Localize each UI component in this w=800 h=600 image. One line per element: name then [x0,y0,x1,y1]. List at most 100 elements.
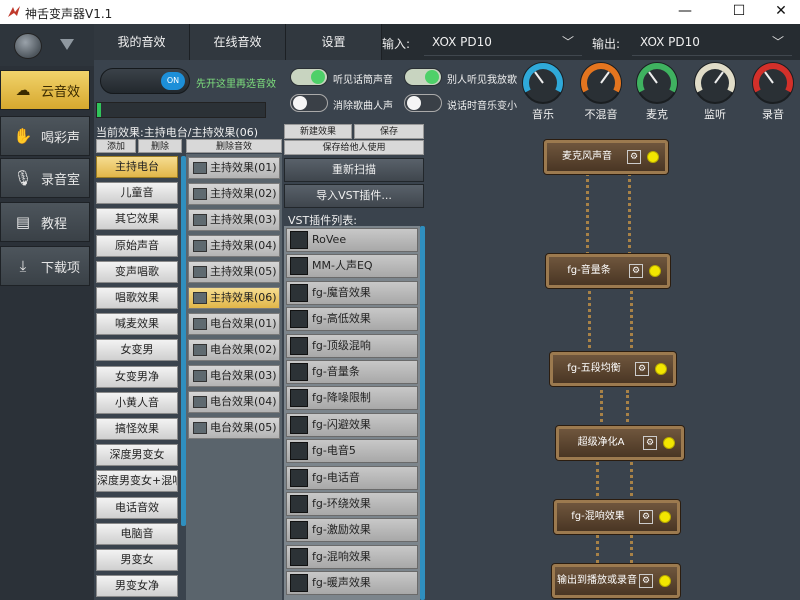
vst-plugin-item[interactable]: fg-高低效果 [286,307,418,332]
sidebar-item-studio[interactable]: 🎙 录音室 [0,158,90,198]
category-item[interactable]: 唱歌效果 [96,287,178,309]
switch-duck-music[interactable] [404,94,442,112]
category-item[interactable]: 深度男变女 [96,444,178,467]
settings-icon[interactable]: ⚙ [639,510,653,524]
settings-icon[interactable]: ⚙ [643,436,657,450]
vst-plugin-item[interactable]: fg-闪避效果 [286,412,418,437]
input-device-label: 输入: [382,37,411,51]
sidebar-item-label: 下载项 [41,260,81,276]
category-item[interactable]: 主持电台 [96,156,178,178]
chain-node[interactable]: 麦克风声音 ⚙ [544,140,668,174]
sidebar-item-label: 云音效 [41,84,81,100]
settings-icon[interactable]: ⚙ [635,362,649,376]
vst-plugin-item[interactable]: fg-电音5 [286,439,418,464]
vst-plugin-item[interactable]: fg-电话音 [286,465,418,490]
preset-item[interactable]: 电台效果(05) [188,417,280,439]
output-device-select[interactable]: XOX PD10 ﹀ [632,28,792,56]
category-item[interactable]: 深度男变女+混响 [96,470,178,493]
maximize-button[interactable]: ☐ [716,0,762,24]
chain-node[interactable]: fg-五段均衡 ⚙ [550,352,676,386]
vst-plugin-item[interactable]: fg-音量条 [286,360,418,384]
gauge-label: 音乐 [532,108,554,121]
sidebar-item-cheers[interactable]: ✋ 喝彩声 [0,116,90,156]
delete-effect-button[interactable]: 删除音效 [186,139,282,153]
import-vst-button[interactable]: 导入VST插件... [284,184,424,208]
category-item[interactable]: 喊麦效果 [96,313,178,336]
sidebar-item-cloud-effects[interactable]: ☁ 云音效 [0,70,90,110]
vst-plugin-item[interactable]: fg-混响效果 [286,544,418,569]
settings-icon[interactable]: ⚙ [639,574,653,588]
gauge-dial[interactable] [750,60,796,106]
add-button[interactable]: 添加 [96,139,136,153]
chevron-down-icon[interactable] [60,39,74,50]
preset-item[interactable]: 主持效果(01) [188,157,280,179]
sidebar-item-downloads[interactable]: ⤓ 下载项 [0,246,90,286]
vst-plugin-item[interactable]: fg-环绕效果 [286,492,418,516]
app-window: 神舌变声器V1.1 — ☐ ✕ ☁ 云音效 ✋ 喝彩声 🎙 录音室 ▤ 教程 ⤓… [0,0,800,600]
microphone-icon: 🎙 [13,169,33,187]
settings-icon[interactable]: ⚙ [629,264,643,278]
switch-others-hear-music[interactable] [404,68,442,86]
minimize-button[interactable]: — [662,0,708,24]
switch-hear-mic[interactable] [290,68,328,86]
vst-scrollbar[interactable] [420,226,425,600]
tab-settings[interactable]: 设置 [286,24,382,60]
preset-item[interactable]: 电台效果(04) [188,391,280,413]
chain-node[interactable]: fg-音量条 ⚙ [546,254,670,288]
main-power-toggle[interactable]: ON [100,68,190,94]
category-item[interactable]: 原始声音 [96,234,178,257]
delete-button[interactable]: 删除 [138,139,182,153]
category-item[interactable]: 男变女 [96,549,178,571]
chain-node[interactable]: fg-混响效果 ⚙ [554,500,680,534]
switch-remove-vocals[interactable] [290,94,328,112]
preset-item[interactable]: 主持效果(04) [188,235,280,257]
settings-icon[interactable]: ⚙ [627,150,641,164]
save-button[interactable]: 保存 [354,124,424,139]
gauge-dial[interactable] [692,60,738,106]
preset-item[interactable]: 主持效果(06) [188,287,280,309]
app-logo-icon [8,6,20,17]
preset-item[interactable]: 电台效果(03) [188,365,280,387]
preset-item[interactable]: 主持效果(03) [188,209,280,231]
vst-plugin-item[interactable]: RoVee [286,228,418,252]
category-item[interactable]: 女变男净 [96,365,178,388]
new-effect-button[interactable]: 新建效果 [284,124,352,139]
chain-node[interactable]: 超级净化A ⚙ [556,426,684,460]
vst-plugin-item[interactable]: fg-魔音效果 [286,280,418,305]
category-item[interactable]: 男变女净 [96,575,178,598]
vst-plugin-item[interactable]: MM-人声EQ [286,254,418,279]
preset-item[interactable]: 电台效果(01) [188,313,280,335]
book-icon: ▤ [15,213,31,231]
input-device-select[interactable]: XOX PD10 ﹀ [424,28,582,56]
rescan-button[interactable]: 重新扫描 [284,158,424,182]
category-item[interactable]: 小黄人音 [96,391,178,414]
chain-node[interactable]: 输出到播放或录音 ⚙ [552,564,680,598]
gauge-dial[interactable] [634,60,680,106]
preset-item[interactable]: 主持效果(05) [188,261,280,283]
preset-label: 电台效果(04) [210,395,277,408]
category-item[interactable]: 电话音效 [96,496,178,519]
preset-item[interactable]: 主持效果(02) [188,183,280,205]
vst-plugin-item[interactable]: fg-降噪限制 [286,386,418,411]
category-item[interactable]: 变声唱歌 [96,260,178,283]
tab-online-effects[interactable]: 在线音效 [190,24,286,60]
gauge-dial[interactable] [578,60,624,106]
category-item[interactable]: 搞怪效果 [96,418,178,440]
plugin-icon [290,310,308,329]
category-item[interactable]: 其它效果 [96,208,178,231]
category-item[interactable]: 电脑音 [96,522,178,545]
avatar[interactable] [14,33,42,59]
vst-plugin-item[interactable]: fg-激励效果 [286,518,418,543]
sidebar-item-tutorial[interactable]: ▤ 教程 [0,202,90,242]
tab-my-effects[interactable]: 我的音效 [94,24,190,60]
chain-wire [586,172,589,256]
close-button[interactable]: ✕ [758,0,800,24]
gauge-dial[interactable] [520,60,566,106]
category-item[interactable]: 儿童音 [96,182,178,205]
vst-plugin-item[interactable]: fg-顶级混响 [286,333,418,358]
plugin-icon [290,257,308,276]
save-for-others-button[interactable]: 保存给他人使用 [284,140,424,155]
preset-item[interactable]: 电台效果(02) [188,339,280,361]
category-item[interactable]: 女变男 [96,339,178,362]
vst-plugin-item[interactable]: fg-暖声效果 [286,571,418,596]
